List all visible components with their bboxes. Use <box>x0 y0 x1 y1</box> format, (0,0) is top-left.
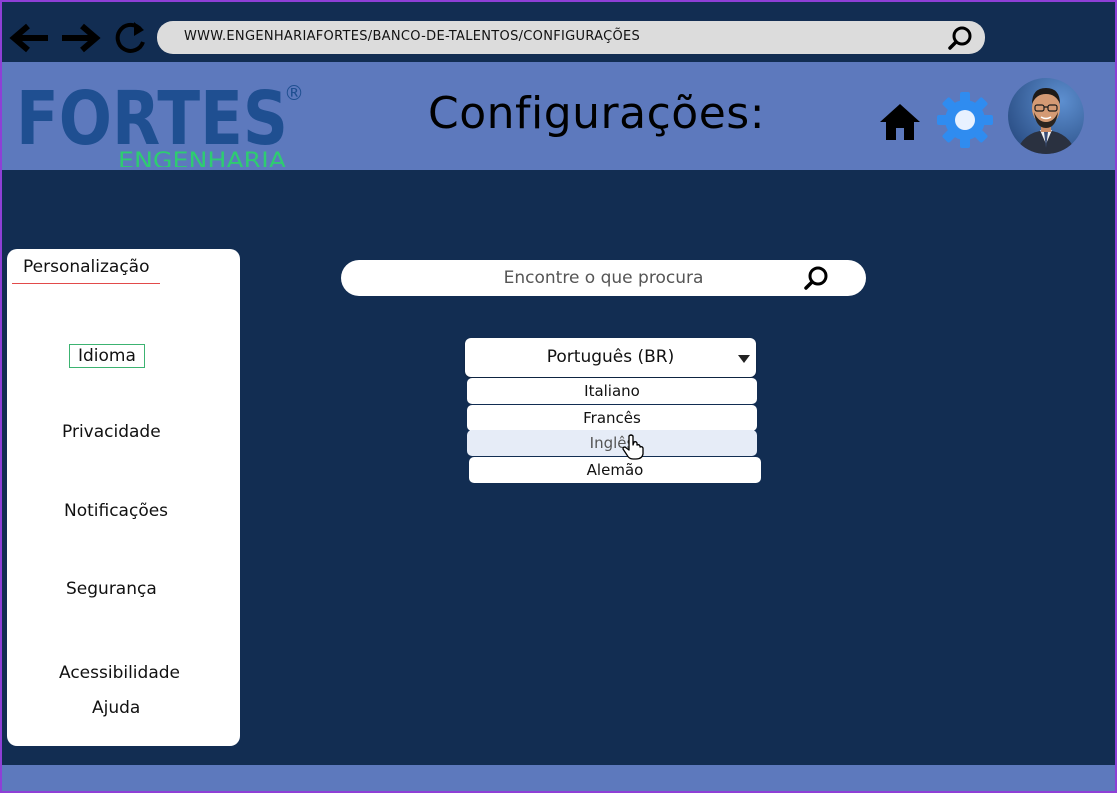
page-footer <box>0 765 1117 793</box>
arrow-left-icon[interactable] <box>8 16 52 60</box>
avatar[interactable] <box>1008 78 1084 154</box>
browser-toolbar: WWW.ENGENHARIAFORTES/BANCO-DE-TALENTOS/C… <box>0 0 1117 62</box>
search-icon[interactable] <box>947 25 973 51</box>
sidebar-item-idioma[interactable]: Idioma <box>69 344 145 368</box>
language-option-frances[interactable]: Francês <box>467 405 757 431</box>
site-header: FORTES ® ENGENHARIA Configurações: <box>0 62 1117 170</box>
sidebar-title: Personalização <box>23 257 150 277</box>
sidebar-item-privacidade[interactable]: Privacidade <box>62 422 161 442</box>
settings-sidebar: Personalização Idioma Privacidade Notifi… <box>7 249 240 746</box>
home-icon[interactable] <box>878 100 922 144</box>
sidebar-item-acessibilidade[interactable]: Acessibilidade <box>59 663 180 683</box>
language-option-italiano[interactable]: Italiano <box>467 378 757 404</box>
chevron-down-icon <box>738 355 750 363</box>
url-bar[interactable]: WWW.ENGENHARIAFORTES/BANCO-DE-TALENTOS/C… <box>157 21 985 54</box>
gear-icon[interactable] <box>935 90 995 150</box>
logo-registered-mark: ® <box>284 81 304 105</box>
sidebar-item-seguranca[interactable]: Segurança <box>66 579 157 599</box>
language-selected-value: Português (BR) <box>546 347 675 367</box>
url-text: WWW.ENGENHARIAFORTES/BANCO-DE-TALENTOS/C… <box>184 29 641 44</box>
page-title: Configurações: <box>428 88 766 139</box>
arrow-right-icon[interactable] <box>58 16 102 60</box>
language-option-alemao[interactable]: Alemão <box>469 457 761 483</box>
search-icon[interactable] <box>803 265 829 291</box>
logo-sub-text: ENGENHARIA <box>118 149 286 167</box>
sidebar-item-ajuda[interactable]: Ajuda <box>92 698 140 718</box>
search-placeholder: Encontre o que procura <box>503 268 704 288</box>
settings-search-input[interactable]: Encontre o que procura <box>341 260 866 296</box>
reload-icon[interactable] <box>108 16 152 60</box>
avatar-image <box>1008 78 1084 154</box>
sidebar-title-underline <box>12 283 160 284</box>
language-option-ingles[interactable]: Inglês <box>467 430 757 456</box>
sidebar-item-notificacoes[interactable]: Notificações <box>64 501 168 521</box>
company-logo[interactable]: FORTES ® ENGENHARIA <box>14 72 304 167</box>
hand-cursor-icon <box>622 434 644 460</box>
language-select[interactable]: Português (BR) <box>465 338 756 377</box>
